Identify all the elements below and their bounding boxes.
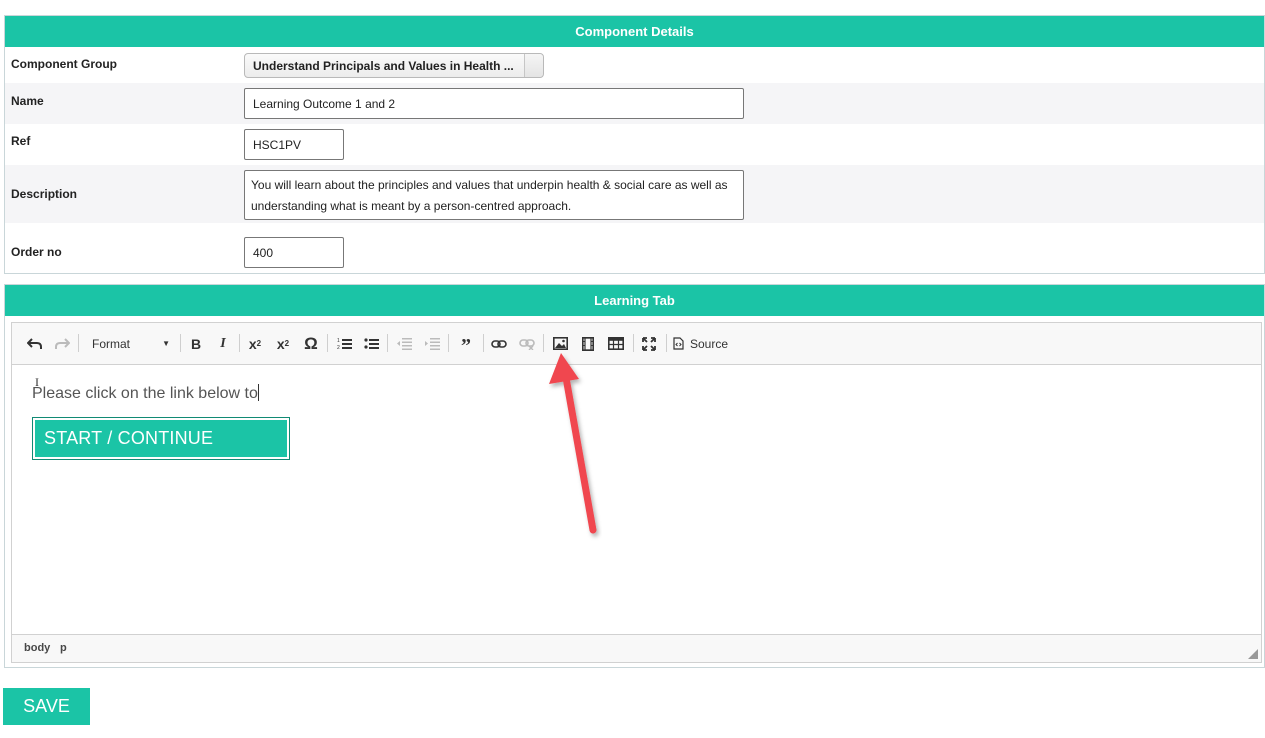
maximize-icon[interactable] (640, 333, 658, 354)
svg-text:1: 1 (337, 338, 340, 344)
redo-icon[interactable] (54, 333, 70, 354)
name-label: Name (11, 94, 44, 108)
order-row: Order no 400 (5, 223, 1264, 273)
component-group-row: Component Group Understand Principals an… (5, 47, 1264, 83)
text-select-cursor-icon: I (35, 375, 39, 389)
source-document-icon (673, 337, 684, 350)
order-label: Order no (11, 245, 62, 259)
video-icon[interactable] (579, 333, 597, 354)
editor-paragraph[interactable]: Please click on the link below to (32, 384, 259, 403)
rich-text-editor: Format ▼ B I x2 x2 Ω 12 ” Source Please … (11, 322, 1262, 663)
chevron-down-icon[interactable] (524, 54, 543, 77)
ref-input-value: HSC1PV (253, 137, 302, 152)
image-icon[interactable] (551, 333, 569, 354)
ref-input[interactable]: HSC1PV (244, 129, 344, 160)
source-label: Source (690, 336, 729, 351)
italic-icon[interactable]: I (215, 333, 231, 354)
component-group-value: Understand Principals and Values in Heal… (253, 58, 514, 73)
unlink-icon[interactable] (518, 333, 536, 354)
increase-indent-icon[interactable] (424, 333, 440, 354)
order-input[interactable]: 400 (244, 237, 344, 268)
ref-label: Ref (11, 134, 31, 148)
component-details-header: Component Details (5, 16, 1264, 47)
decrease-indent-icon[interactable] (396, 333, 412, 354)
path-body[interactable]: body (24, 642, 50, 654)
name-row: Name Learning Outcome 1 and 2 (5, 83, 1264, 124)
name-input[interactable]: Learning Outcome 1 and 2 (244, 88, 744, 119)
undo-icon[interactable] (26, 333, 42, 354)
table-icon[interactable] (607, 333, 625, 354)
ref-row: Ref HSC1PV (5, 124, 1264, 165)
special-character-icon[interactable]: Ω (302, 333, 320, 354)
bold-icon[interactable]: B (188, 333, 204, 354)
component-group-select[interactable]: Understand Principals and Values in Heal… (244, 53, 544, 78)
start-continue-course-button[interactable]: START / CONTINUE COURSE (32, 417, 290, 489)
subscript-icon[interactable]: x2 (246, 333, 264, 354)
text-cursor (257, 384, 259, 401)
blockquote-icon[interactable]: ” (457, 333, 475, 357)
format-dropdown[interactable]: Format ▼ (84, 333, 174, 354)
caret-down-icon: ▼ (162, 339, 170, 348)
component-details-panel: Component Details Component Group Unders… (4, 15, 1265, 274)
source-button[interactable]: Source (673, 333, 735, 354)
save-button[interactable]: SAVE (3, 688, 90, 725)
editor-content[interactable]: Please click on the link below to I STAR… (12, 365, 1261, 634)
order-input-value: 400 (253, 245, 274, 260)
resize-handle-icon[interactable] (1248, 649, 1258, 659)
description-label: Description (11, 187, 78, 201)
path-p[interactable]: p (60, 642, 67, 654)
description-row: Description You will learn about the pri… (5, 165, 1264, 223)
description-textarea[interactable]: You will learn about the principles and … (244, 170, 744, 220)
numbered-list-icon[interactable]: 12 (336, 333, 352, 354)
component-group-label: Component Group (11, 57, 117, 71)
format-dropdown-label: Format (92, 336, 131, 351)
link-icon[interactable] (490, 333, 508, 354)
svg-text:2: 2 (337, 345, 340, 350)
editor-paragraph-text: Please click on the link below to (32, 385, 258, 402)
bulleted-list-icon[interactable] (363, 333, 379, 354)
learning-tab-panel: Learning Tab Format ▼ B I x2 x2 Ω 1 2 ” … (4, 284, 1265, 668)
editor-toolbar: Format ▼ B I x2 x2 Ω 12 ” Source (12, 323, 1261, 365)
superscript-icon[interactable]: x2 (274, 333, 292, 354)
name-input-value: Learning Outcome 1 and 2 (253, 96, 396, 111)
learning-tab-header: Learning Tab (5, 285, 1264, 316)
editor-statusbar: body p (12, 634, 1261, 662)
